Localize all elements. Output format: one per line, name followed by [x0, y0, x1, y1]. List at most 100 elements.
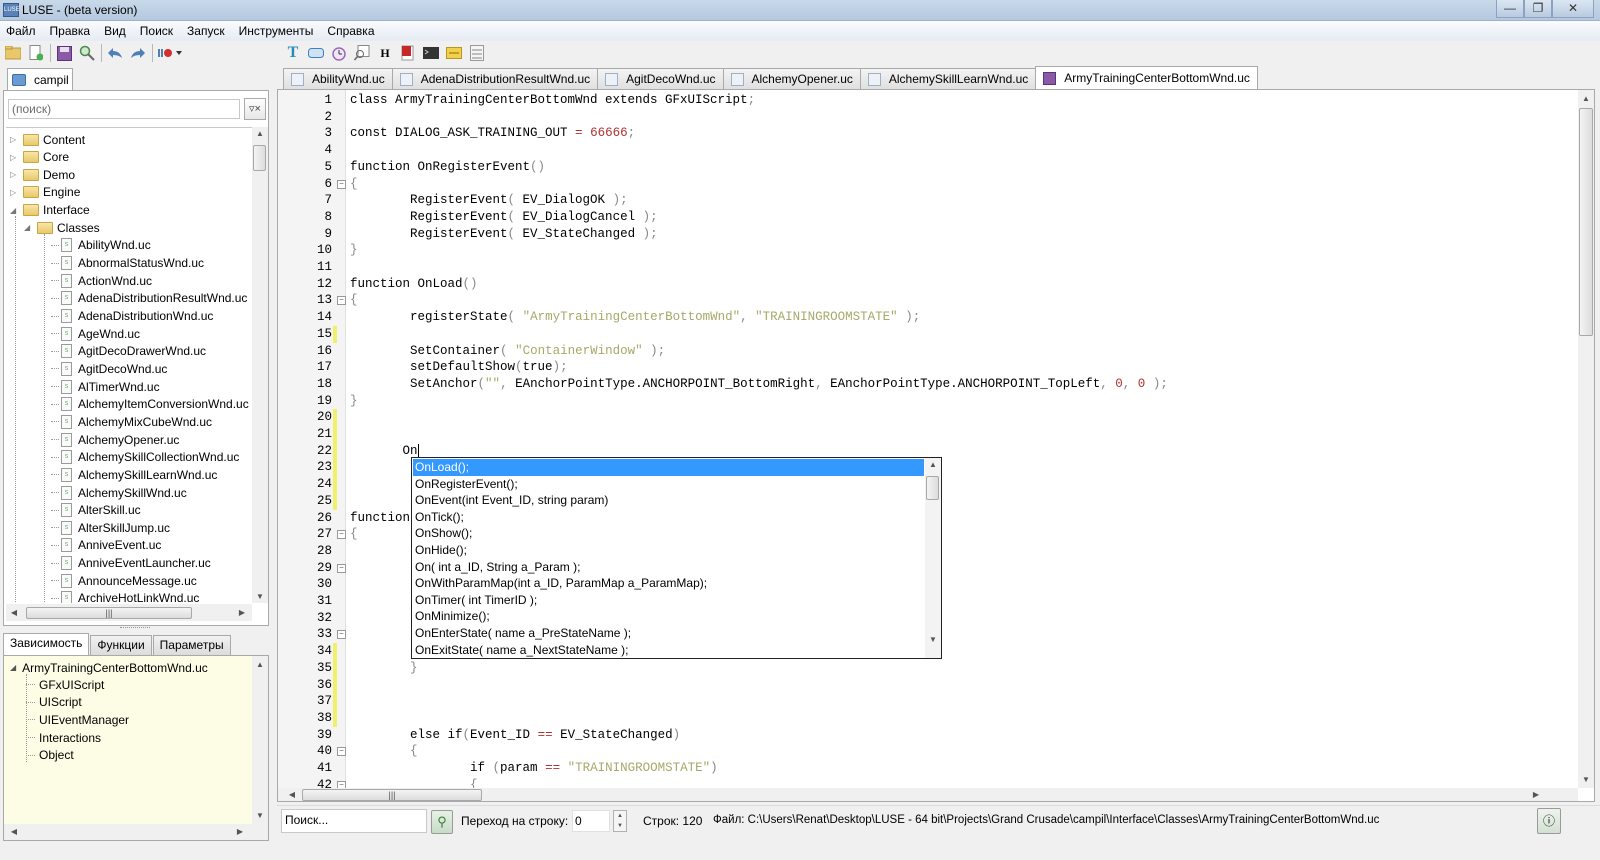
collapse-icon[interactable]: ◢	[10, 206, 20, 215]
code-line[interactable]: 2	[278, 109, 1538, 126]
scroll-down-icon[interactable]: ▼	[925, 635, 941, 644]
code-line[interactable]: 4	[278, 142, 1538, 159]
code-line[interactable]: 10}	[278, 242, 1538, 259]
texture-tool-button[interactable]	[445, 44, 463, 62]
tree-folder[interactable]: ▷ Demo	[10, 166, 75, 183]
editor-tab[interactable]: AlchemySkillLearnWnd.uc	[859, 68, 1037, 89]
scroll-left-icon[interactable]: ◀	[6, 608, 22, 617]
scroll-up-icon[interactable]: ▲	[252, 660, 268, 669]
scroll-down-icon[interactable]: ▼	[252, 811, 268, 820]
dependencies-horizontal-scrollbar[interactable]: ◀ ▶	[4, 824, 268, 840]
code-line[interactable]: 3 const DIALOG_ASK_TRAINING_OUT = 66666;	[278, 125, 1538, 142]
autocomplete-item[interactable]: OnEvent(int Event_ID, string param)	[413, 492, 924, 509]
find-input[interactable]: Поиск...	[281, 809, 427, 833]
tree-file[interactable]: s AlchemyOpener.uc	[51, 431, 179, 448]
code-line[interactable]: 8 RegisterEvent( EV_DialogCancel );	[278, 209, 1538, 226]
dependency-item[interactable]: GFxUIScript	[26, 676, 104, 693]
tree-file[interactable]: s AlchemySkillWnd.uc	[51, 484, 187, 501]
code-line[interactable]: 38	[278, 709, 1538, 727]
tree-file[interactable]: s AlterSkillJump.uc	[51, 519, 170, 536]
tree-scroll-thumb[interactable]	[253, 145, 266, 171]
fold-toggle-icon[interactable]: −	[337, 563, 346, 573]
editor-tab[interactable]: AbilityWnd.uc	[283, 68, 393, 89]
tree-file[interactable]: s AlchemyMixCubeWnd.uc	[51, 413, 212, 430]
tree-folder[interactable]: ◢ Interface	[10, 202, 90, 219]
minimize-button[interactable]: —	[1496, 0, 1524, 18]
record-dropdown[interactable]	[157, 44, 187, 62]
redo-button[interactable]	[129, 44, 147, 62]
restore-button[interactable]: ❐	[1524, 0, 1552, 18]
open-folder-button[interactable]	[4, 44, 22, 62]
undo-button[interactable]	[106, 44, 124, 62]
tree-file[interactable]: s ArchiveHotLinkWnd.uc	[51, 590, 199, 603]
project-tab[interactable]: campil	[7, 68, 73, 90]
code-line[interactable]: 21	[278, 426, 1538, 443]
tree-horizontal-scrollbar[interactable]: ◀ ||| ▶	[6, 604, 252, 621]
menu-file[interactable]: Файл	[6, 24, 36, 38]
code-line[interactable]: 12 function OnLoad()	[278, 276, 1538, 293]
editor-horizontal-scrollbar[interactable]: ◀ ||| ▶	[278, 788, 1578, 801]
status-action-button[interactable]: ⓘ	[1537, 808, 1561, 834]
scroll-up-icon[interactable]: ▲	[925, 460, 941, 469]
tree-vertical-scrollbar[interactable]: ▲ ▼	[252, 127, 268, 603]
editor-tab[interactable]: AdenaDistributionResultWnd.uc	[391, 68, 599, 89]
collapse-icon[interactable]: ◢	[24, 223, 34, 232]
tree-file[interactable]: s AlchemySkillLearnWnd.uc	[51, 466, 217, 483]
project-search-input[interactable]: (поиск)	[8, 99, 240, 119]
dependency-item[interactable]: Interactions	[26, 729, 101, 746]
dependency-item[interactable]: UIEventManager	[26, 711, 129, 728]
tree-file[interactable]: s AnniveEvent.uc	[51, 537, 161, 554]
scroll-left-icon[interactable]: ◀	[6, 827, 22, 836]
code-line[interactable]: 11	[278, 259, 1538, 276]
flash-tool-button[interactable]	[399, 44, 417, 62]
tree-file[interactable]: s AlchemySkillCollectionWnd.uc	[51, 449, 239, 466]
autocomplete-item[interactable]: OnRegisterEvent();	[413, 476, 924, 493]
scroll-right-icon[interactable]: ▶	[1528, 790, 1544, 799]
code-line[interactable]: 39 else if(Event_ID == EV_StateChanged)	[278, 727, 1538, 744]
find-button[interactable]: ⚲	[431, 810, 453, 834]
code-line[interactable]: 20	[278, 409, 1538, 427]
code-line[interactable]: 36	[278, 676, 1538, 694]
code-line[interactable]: 16 SetContainer( "ContainerWindow" );	[278, 343, 1538, 360]
expand-icon[interactable]: ▷	[10, 170, 20, 179]
code-line[interactable]: 35 }	[278, 659, 1538, 677]
menu-tools[interactable]: Инструменты	[239, 24, 314, 38]
button-tool-button[interactable]	[307, 44, 325, 62]
autocomplete-item[interactable]: OnWithParamMap(int a_ID, ParamMap a_Para…	[413, 575, 924, 592]
code-line[interactable]: 5 function OnRegisterEvent()	[278, 159, 1538, 176]
code-line[interactable]: 6−{	[278, 176, 1538, 193]
tree-file[interactable]: s ActionWnd.uc	[51, 272, 152, 289]
menu-view[interactable]: Вид	[104, 24, 126, 38]
expand-icon[interactable]: ▷	[10, 135, 20, 144]
autocomplete-item[interactable]: OnMinimize();	[413, 608, 924, 625]
tree-file[interactable]: s AgitDecoWnd.uc	[51, 360, 167, 377]
code-line[interactable]: 15	[278, 325, 1538, 343]
autocomplete-item[interactable]: On( int a_ID, String a_Param );	[413, 559, 924, 576]
tree-file[interactable]: s AgitDecoDrawerWnd.uc	[51, 343, 206, 360]
editor-tab[interactable]: AgitDecoWnd.uc	[597, 68, 724, 89]
code-line[interactable]: 40− {	[278, 743, 1538, 760]
timer-tool-button[interactable]	[330, 44, 348, 62]
tree-file[interactable]: s AlTimerWnd.uc	[51, 378, 160, 395]
search-window-tool-button[interactable]	[353, 44, 371, 62]
scroll-left-icon[interactable]: ◀	[284, 790, 300, 799]
code-line[interactable]: 7 RegisterEvent( EV_DialogOK );	[278, 192, 1538, 209]
scroll-down-icon[interactable]: ▼	[1578, 775, 1594, 784]
text-tool-button[interactable]: T	[284, 44, 302, 62]
dependency-root[interactable]: ◢ ArmyTrainingCenterBottomWnd.uc	[10, 659, 208, 676]
tree-file[interactable]: s AlterSkill.uc	[51, 502, 141, 519]
clear-filter-button[interactable]: ▿×	[244, 98, 266, 120]
code-line[interactable]: 37	[278, 693, 1538, 711]
code-line[interactable]: 13−{	[278, 292, 1538, 309]
fold-toggle-icon[interactable]: −	[337, 530, 346, 540]
code-line[interactable]: 17 setDefaultShow(true);	[278, 359, 1538, 376]
tree-file[interactable]: s AbilityWnd.uc	[51, 237, 151, 254]
autocomplete-item[interactable]: OnTick();	[413, 509, 924, 526]
tab-parameters[interactable]: Параметры	[152, 635, 231, 655]
goto-line-input[interactable]: 0	[572, 810, 610, 832]
autocomplete-item[interactable]: OnEnterState( name a_PreStateName );	[413, 625, 924, 642]
spin-up-icon[interactable]: ▲	[614, 811, 626, 821]
fold-toggle-icon[interactable]: −	[337, 747, 346, 757]
autocomplete-item[interactable]: OnShow();	[413, 525, 924, 542]
tree-file[interactable]: s AgeWnd.uc	[51, 325, 140, 342]
